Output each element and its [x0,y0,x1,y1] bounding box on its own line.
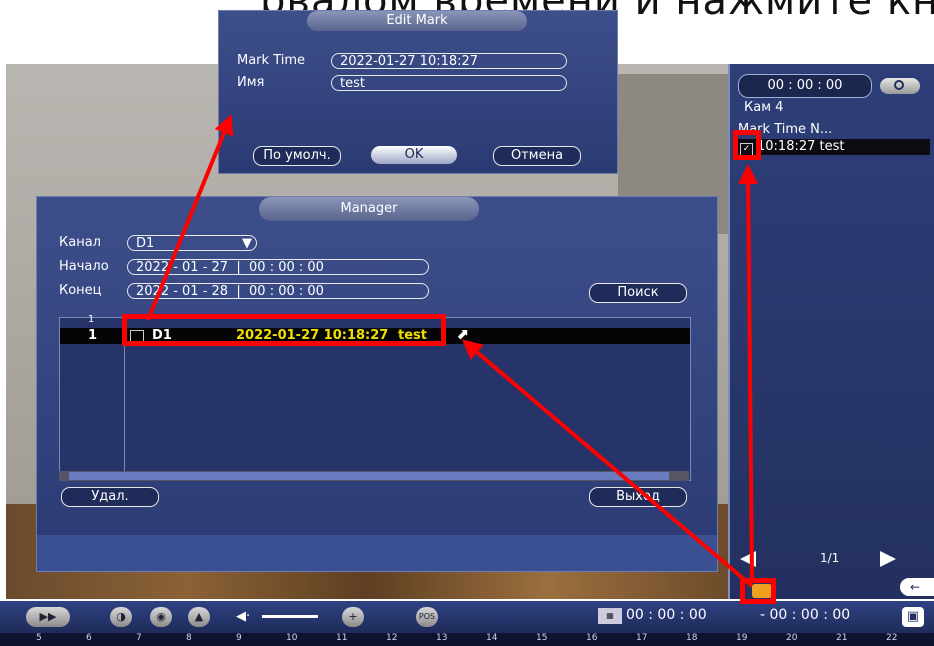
arrow-to-manager-row [461,339,754,588]
annotation-arrows [146,114,759,588]
arrow-to-edit-mark [146,114,234,321]
arrow-to-checkbox [738,164,759,579]
